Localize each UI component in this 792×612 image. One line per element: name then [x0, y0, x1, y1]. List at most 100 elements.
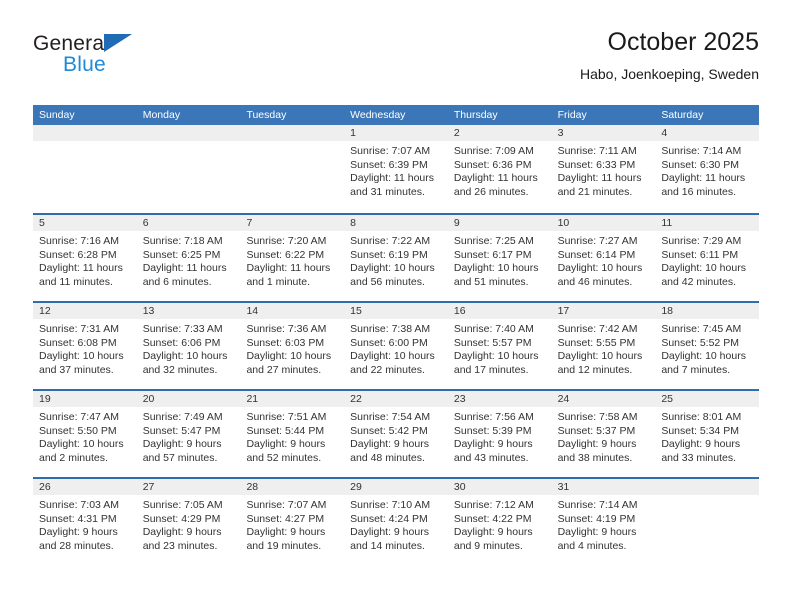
calendar-day-cell[interactable]: 29 Sunrise: 7:10 AM Sunset: 4:24 PM Dayligh… — [344, 479, 448, 565]
sunset-text: Sunset: 4:31 PM — [39, 512, 117, 525]
weekday-header-thursday: Thursday — [453, 109, 498, 121]
calendar-day-cell[interactable]: 6 Sunrise: 7:18 AM Sunset: 6:25 PM Daylight… — [136, 215, 241, 301]
page-subtitle: Habo, Joenkoeping, Sweden — [579, 66, 759, 82]
weekday-header-friday: Friday — [557, 109, 587, 121]
sunrise-text: Sunrise: 7:14 AM — [557, 499, 638, 511]
sunset-text: Sunset: 4:24 PM — [350, 512, 428, 525]
weekday-header-sunday: Sunday — [39, 109, 75, 121]
daylight-text: Daylight: 11 hours and 16 minutes. — [661, 172, 746, 198]
daylight-text: Daylight: 10 hours and 7 minutes. — [661, 350, 746, 376]
calendar-day-cell[interactable]: 14 Sunrise: 7:36 AM Sunset: 6:03 PM Dayligh… — [240, 303, 345, 389]
calendar-day-cell[interactable]: 22 Sunrise: 7:54 AM Sunset: 5:42 PM Dayligh… — [344, 391, 448, 477]
sunset-text: Sunset: 5:34 PM — [661, 424, 739, 437]
day-sun-info: Sunrise: 7:38 AM Sunset: 6:00 PM Daylight:… — [344, 319, 448, 377]
daylight-text: Daylight: 10 hours and 51 minutes. — [453, 262, 539, 288]
calendar-day-cell[interactable]: 11 Sunrise: 7:29 AM Sunset: 6:11 PM Dayligh… — [655, 215, 760, 301]
day-number: 28 — [240, 479, 345, 495]
calendar-day-cell[interactable]: 25 Sunrise: 8:01 AM Sunset: 5:34 PM Dayligh… — [655, 391, 760, 477]
daylight-text: Daylight: 9 hours and 48 minutes. — [350, 438, 429, 464]
calendar-day-cell[interactable]: 8 Sunrise: 7:22 AM Sunset: 6:19 PM Daylight… — [344, 215, 448, 301]
day-number: 20 — [136, 391, 241, 407]
day-number: 13 — [136, 303, 241, 319]
sunrise-text: Sunrise: 7:07 AM — [246, 499, 327, 511]
daylight-text: Daylight: 9 hours and 4 minutes. — [557, 526, 637, 552]
day-sun-info: Sunrise: 7:16 AM Sunset: 6:28 PM Daylight:… — [33, 231, 137, 289]
sunset-text: Sunset: 6:22 PM — [246, 248, 325, 261]
day-number: 22 — [344, 391, 448, 407]
day-number: 15 — [344, 303, 448, 319]
page-title: October 2025 — [607, 28, 760, 56]
day-number: 16 — [447, 303, 552, 319]
sunset-text: Sunset: 5:39 PM — [453, 424, 532, 437]
calendar-day-cell[interactable]: 17 Sunrise: 7:42 AM Sunset: 5:55 PM Dayligh… — [551, 303, 656, 389]
calendar-day-cell[interactable]: 31 Sunrise: 7:14 AM Sunset: 4:19 PM Dayligh… — [551, 479, 656, 565]
sunset-text: Sunset: 5:37 PM — [557, 424, 636, 437]
calendar-day-cell-empty — [33, 125, 137, 213]
sunset-text: Sunset: 5:52 PM — [661, 336, 739, 349]
day-number: 11 — [655, 215, 760, 231]
daylight-text: Daylight: 9 hours and 9 minutes. — [453, 526, 533, 552]
sunset-text: Sunset: 6:30 PM — [661, 158, 739, 171]
calendar-week-row: 1 Sunrise: 7:07 AM Sunset: 6:39 PM Daylight… — [33, 125, 760, 213]
day-number — [136, 125, 241, 141]
sunset-text: Sunset: 6:33 PM — [557, 158, 636, 171]
calendar-day-cell[interactable]: 10 Sunrise: 7:27 AM Sunset: 6:14 PM Dayligh… — [551, 215, 656, 301]
day-sun-info: Sunrise: 7:05 AM Sunset: 4:29 PM Daylight:… — [137, 495, 241, 553]
calendar-day-cell[interactable]: 30 Sunrise: 7:12 AM Sunset: 4:22 PM Dayligh… — [447, 479, 552, 565]
calendar-day-cell[interactable]: 3 Sunrise: 7:11 AM Sunset: 6:33 PM Daylight… — [551, 125, 656, 213]
calendar-day-cell[interactable]: 12 Sunrise: 7:31 AM Sunset: 6:08 PM Dayligh… — [33, 303, 137, 389]
sunrise-text: Sunrise: 7:42 AM — [557, 323, 638, 335]
day-number: 19 — [33, 391, 137, 407]
daylight-text: Daylight: 10 hours and 32 minutes. — [142, 350, 228, 376]
calendar-day-cell[interactable]: 19 Sunrise: 7:47 AM Sunset: 5:50 PM Dayligh… — [33, 391, 137, 477]
calendar-day-cell[interactable]: 7 Sunrise: 7:20 AM Sunset: 6:22 PM Daylight… — [240, 215, 345, 301]
sunset-text: Sunset: 6:00 PM — [350, 336, 428, 349]
day-number: 10 — [551, 215, 656, 231]
sunset-text: Sunset: 6:06 PM — [142, 336, 221, 349]
day-sun-info: Sunrise: 7:36 AM Sunset: 6:03 PM Daylight:… — [240, 319, 344, 377]
calendar-week-row: 5 Sunrise: 7:16 AM Sunset: 6:28 PM Daylight… — [33, 213, 760, 301]
daylight-text: Daylight: 9 hours and 28 minutes. — [39, 526, 118, 552]
sunset-text: Sunset: 6:36 PM — [453, 158, 532, 171]
calendar-day-cell[interactable]: 9 Sunrise: 7:25 AM Sunset: 6:17 PM Daylight… — [447, 215, 552, 301]
calendar-day-cell[interactable]: 20 Sunrise: 7:49 AM Sunset: 5:47 PM Dayligh… — [136, 391, 241, 477]
day-sun-info: Sunrise: 7:33 AM Sunset: 6:06 PM Daylight:… — [137, 319, 241, 377]
daylight-text: Daylight: 9 hours and 33 minutes. — [661, 438, 741, 464]
sunrise-text: Sunrise: 7:05 AM — [142, 499, 223, 511]
calendar-day-cell[interactable]: 28 Sunrise: 7:07 AM Sunset: 4:27 PM Dayligh… — [240, 479, 345, 565]
sunrise-text: Sunrise: 7:58 AM — [557, 411, 638, 423]
sunrise-text: Sunrise: 7:14 AM — [661, 145, 742, 157]
sunset-text: Sunset: 6:14 PM — [557, 248, 636, 261]
day-number — [655, 479, 760, 495]
calendar-day-cell-empty — [240, 125, 345, 213]
day-sun-info: Sunrise: 7:54 AM Sunset: 5:42 PM Daylight:… — [344, 407, 448, 465]
day-number: 29 — [344, 479, 448, 495]
sunset-text: Sunset: 5:57 PM — [453, 336, 532, 349]
calendar-day-cell[interactable]: 23 Sunrise: 7:56 AM Sunset: 5:39 PM Dayligh… — [447, 391, 552, 477]
calendar-day-cell[interactable]: 27 Sunrise: 7:05 AM Sunset: 4:29 PM Dayligh… — [136, 479, 241, 565]
calendar-day-cell[interactable]: 24 Sunrise: 7:58 AM Sunset: 5:37 PM Dayligh… — [551, 391, 656, 477]
calendar-day-cell[interactable]: 21 Sunrise: 7:51 AM Sunset: 5:44 PM Dayligh… — [240, 391, 345, 477]
weekday-header-wednesday: Wednesday — [350, 109, 406, 121]
calendar-day-cell[interactable]: 2 Sunrise: 7:09 AM Sunset: 6:36 PM Daylight… — [447, 125, 552, 213]
calendar-day-cell[interactable]: 26 Sunrise: 7:03 AM Sunset: 4:31 PM Dayligh… — [33, 479, 137, 565]
calendar-day-cell[interactable]: 16 Sunrise: 7:40 AM Sunset: 5:57 PM Dayligh… — [447, 303, 552, 389]
day-sun-info: Sunrise: 7:10 AM Sunset: 4:24 PM Daylight:… — [344, 495, 448, 553]
calendar-day-cell[interactable]: 18 Sunrise: 7:45 AM Sunset: 5:52 PM Dayligh… — [655, 303, 760, 389]
sunrise-text: Sunrise: 7:40 AM — [453, 323, 534, 335]
calendar-day-cell[interactable]: 1 Sunrise: 7:07 AM Sunset: 6:39 PM Daylight… — [344, 125, 448, 213]
daylight-text: Daylight: 9 hours and 23 minutes. — [142, 526, 222, 552]
calendar-day-cell[interactable]: 15 Sunrise: 7:38 AM Sunset: 6:00 PM Dayligh… — [344, 303, 448, 389]
daylight-text: Daylight: 10 hours and 37 minutes. — [39, 350, 124, 376]
calendar-day-cell[interactable]: 13 Sunrise: 7:33 AM Sunset: 6:06 PM Dayligh… — [136, 303, 241, 389]
calendar-day-cell[interactable]: 4 Sunrise: 7:14 AM Sunset: 6:30 PM Daylight… — [655, 125, 760, 213]
day-sun-info: Sunrise: 7:40 AM Sunset: 5:57 PM Daylight:… — [448, 319, 552, 377]
sunrise-text: Sunrise: 7:54 AM — [350, 411, 431, 423]
daylight-text: Daylight: 10 hours and 2 minutes. — [39, 438, 124, 464]
calendar-day-cell[interactable]: 5 Sunrise: 7:16 AM Sunset: 6:28 PM Daylight… — [33, 215, 137, 301]
logo-triangle-icon — [104, 34, 132, 52]
sunset-text: Sunset: 6:25 PM — [142, 248, 221, 261]
daylight-text: Daylight: 11 hours and 6 minutes. — [142, 262, 227, 288]
daylight-text: Daylight: 10 hours and 46 minutes. — [557, 262, 643, 288]
day-sun-info: Sunrise: 7:18 AM Sunset: 6:25 PM Daylight:… — [137, 231, 241, 289]
